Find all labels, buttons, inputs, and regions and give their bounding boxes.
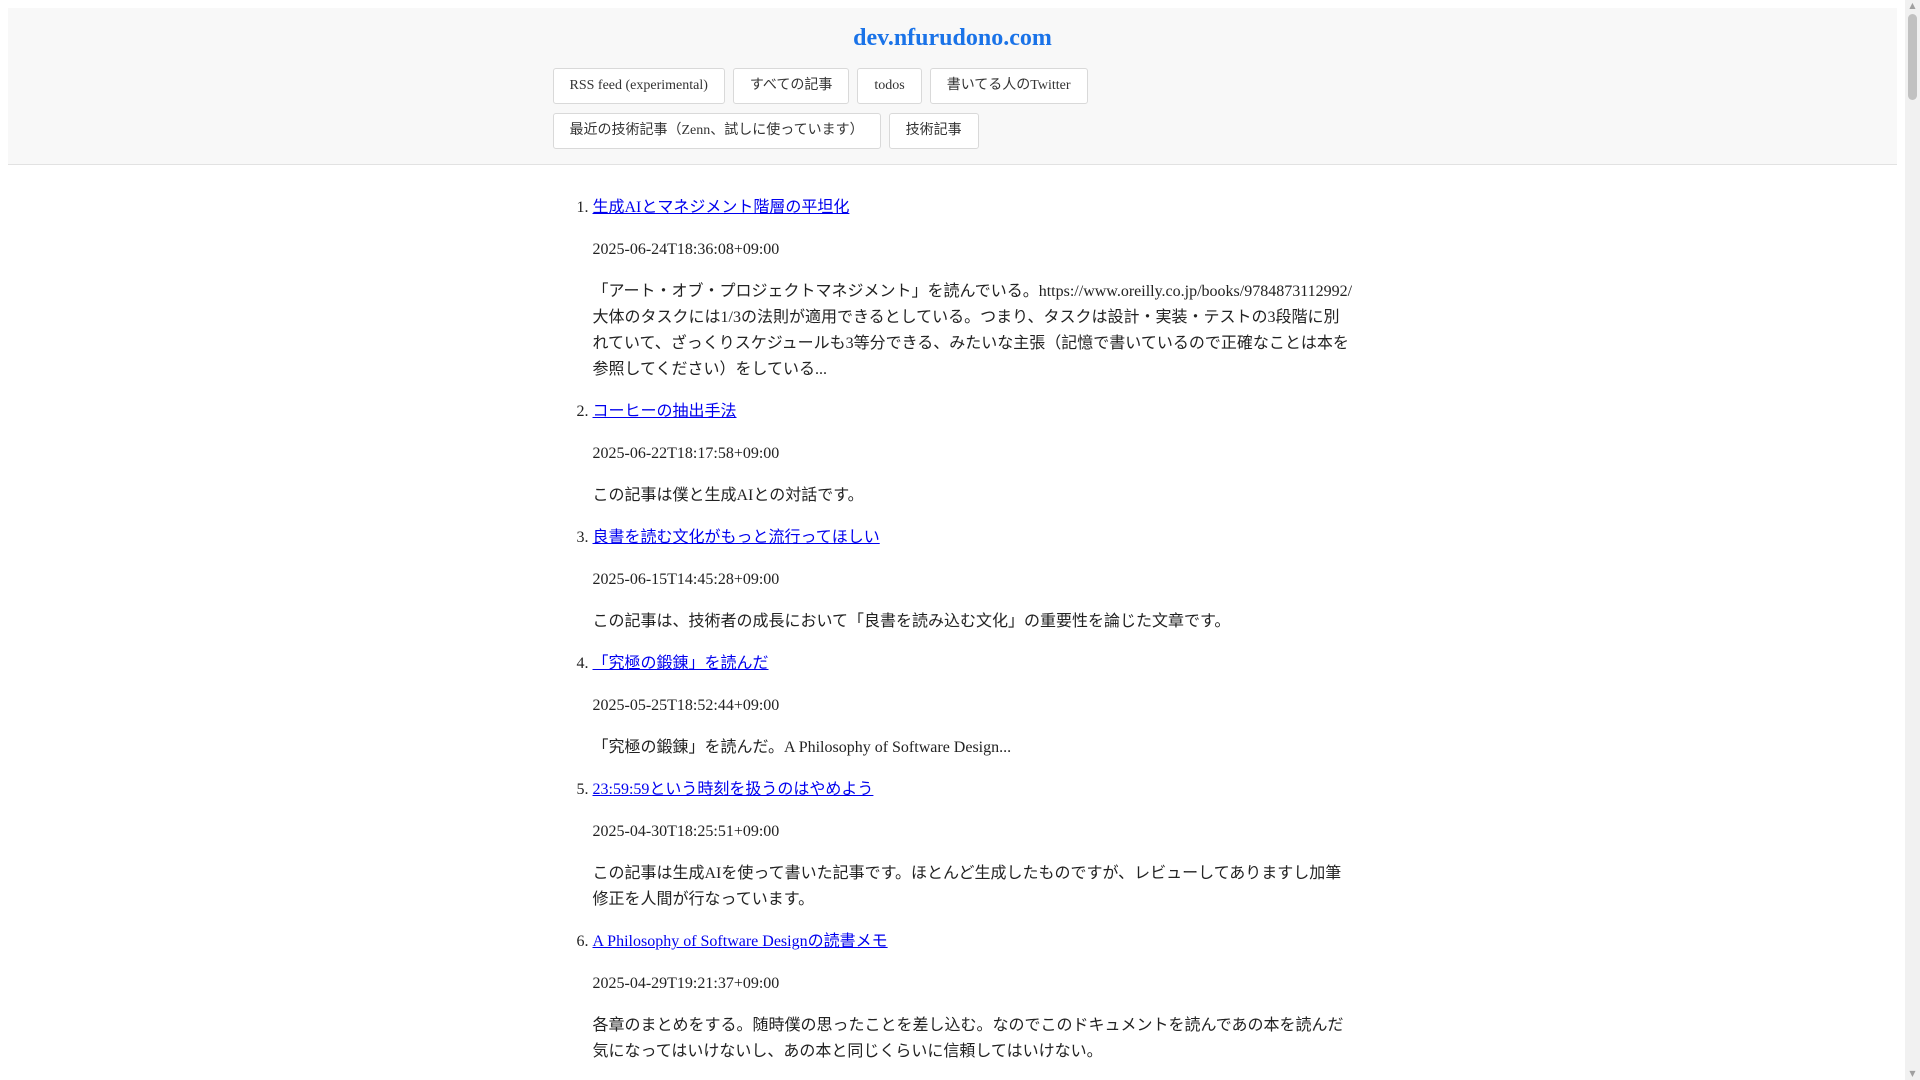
post-item: コーヒーの抽出手法 2025-06-22T18:17:58+09:00 この記事… (593, 399, 1353, 509)
nav-row-2: 最近の技術記事（Zenn、試しに使っています） 技術記事 (552, 113, 1353, 149)
post-list-section: 生成AIとマネジメント階層の平坦化 2025-06-24T18:36:08+09… (553, 195, 1353, 1065)
scrollbar-thumb[interactable] (1908, 14, 1917, 100)
post-title-link[interactable]: コーヒーの抽出手法 (593, 403, 737, 420)
nav-rss-feed[interactable]: RSS feed (experimental) (552, 68, 725, 104)
post-title-link[interactable]: 生成AIとマネジメント階層の平坦化 (593, 199, 850, 216)
site-header: dev.nfurudono.com RSS feed (experimental… (8, 8, 1897, 165)
post-title-link[interactable]: A Philosophy of Software Designの読書メモ (593, 933, 888, 950)
post-date: 2025-04-30T18:25:51+09:00 (592, 823, 780, 840)
main-nav: RSS feed (experimental) すべての記事 todos 書いて… (552, 68, 1353, 149)
post-date: 2025-04-29T19:21:37+09:00 (592, 975, 780, 992)
scroll-up-arrow-icon[interactable]: ▲ (1905, 0, 1920, 12)
post-date: 2025-06-24T18:36:08+09:00 (592, 241, 780, 258)
post-item: 良書を読む文化がもっと流行ってほしい 2025-06-15T14:45:28+0… (593, 525, 1353, 635)
post-title-link[interactable]: 23:59:59という時刻を扱うのはやめよう (593, 781, 874, 798)
scroll-down-arrow-icon[interactable]: ▼ (1905, 1068, 1920, 1080)
post-date: 2025-05-25T18:52:44+09:00 (592, 697, 780, 714)
post-summary: この記事は、技術者の成長において「良書を読み込む文化」の重要性を論じた文章です。 (592, 613, 1231, 630)
post-date: 2025-06-22T18:17:58+09:00 (592, 445, 780, 462)
post-list: 生成AIとマネジメント階層の平坦化 2025-06-24T18:36:08+09… (553, 195, 1353, 1065)
post-title-link[interactable]: 「究極の鍛錬」を読んだ (593, 655, 769, 672)
nav-author-twitter[interactable]: 書いてる人のTwitter (929, 68, 1088, 104)
post-summary: 「究極の鍛錬」を読んだ。A Philosophy of Software Des… (592, 739, 1012, 756)
post-item: 生成AIとマネジメント階層の平坦化 2025-06-24T18:36:08+09… (593, 195, 1353, 383)
post-item: 23:59:59という時刻を扱うのはやめよう 2025-04-30T18:25:… (593, 777, 1353, 913)
page: dev.nfurudono.com RSS feed (experimental… (8, 8, 1897, 1080)
post-date: 2025-06-15T14:45:28+09:00 (592, 571, 780, 588)
post-item: A Philosophy of Software Designの読書メモ 202… (593, 929, 1353, 1065)
site-title: dev.nfurudono.com (8, 23, 1897, 53)
nav-row-1: RSS feed (experimental) すべての記事 todos 書いて… (552, 68, 1353, 104)
post-item: 「究極の鍛錬」を読んだ 2025-05-25T18:52:44+09:00 「究… (593, 651, 1353, 761)
post-summary: この記事は僕と生成AIとの対話です。 (592, 487, 864, 504)
page-scrollbar[interactable]: ▲ ▼ (1905, 0, 1920, 1080)
nav-all-posts[interactable]: すべての記事 (732, 68, 850, 104)
site-title-link[interactable]: dev.nfurudono.com (853, 25, 1052, 51)
nav-tech-posts[interactable]: 技術記事 (888, 113, 979, 149)
post-summary: 「アート・オブ・プロジェクトマネジメント」を読んでいる。https://www.… (592, 283, 1353, 378)
nav-recent-tech-zenn[interactable]: 最近の技術記事（Zenn、試しに使っています） (552, 113, 881, 149)
post-summary: 各章のまとめをする。随時僕の思ったことを差し込む。なのでこのドキュメントを読んで… (592, 1017, 1344, 1060)
post-summary: この記事は生成AIを使って書いた記事です。ほとんど生成したものですが、レビューし… (592, 865, 1342, 908)
post-title-link[interactable]: 良書を読む文化がもっと流行ってほしい (593, 529, 880, 546)
nav-todos[interactable]: todos (857, 68, 922, 104)
